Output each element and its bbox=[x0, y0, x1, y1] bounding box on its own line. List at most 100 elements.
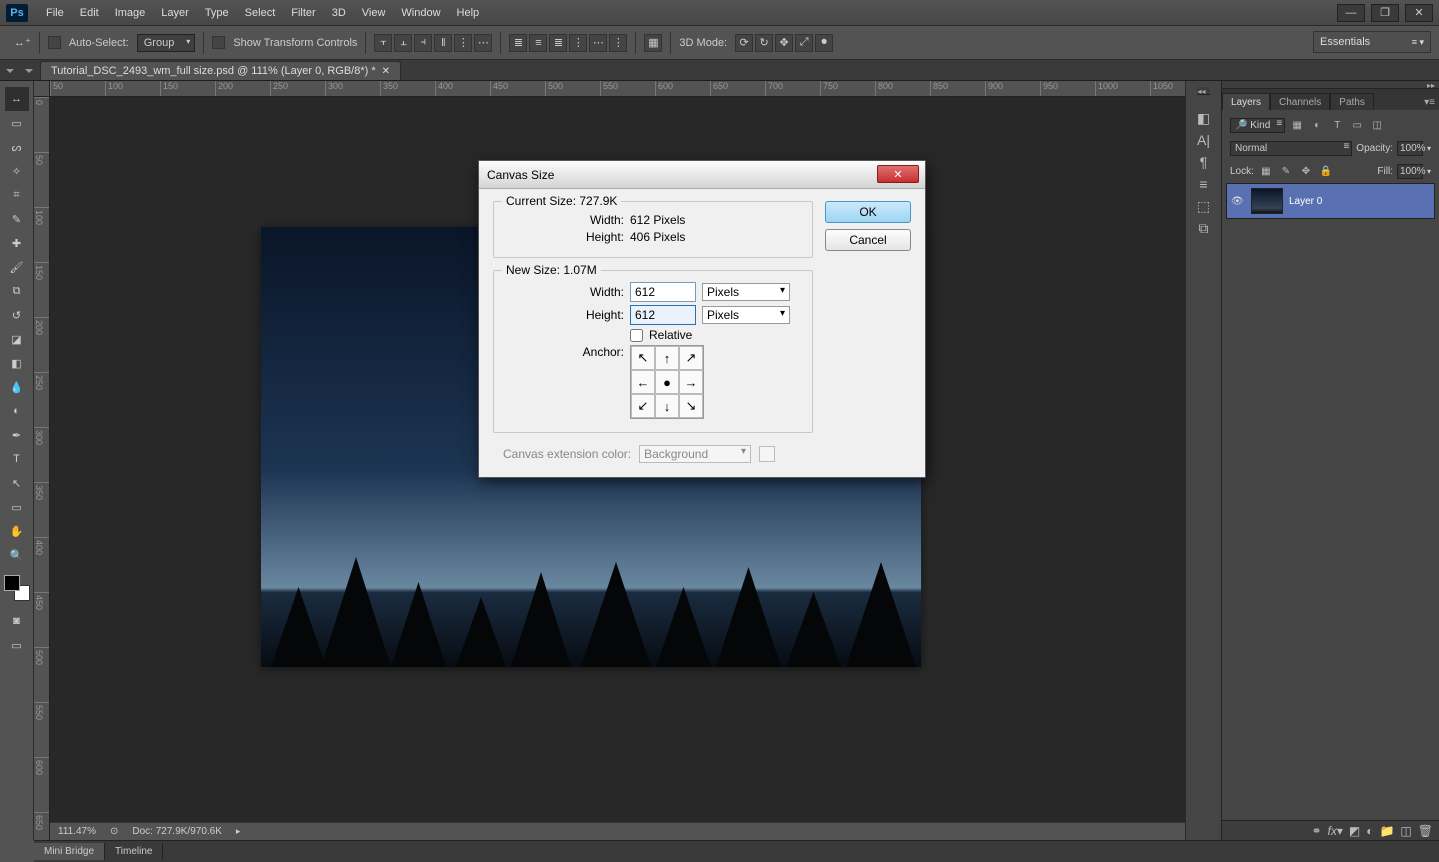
anchor-cell-7[interactable]: ↓ bbox=[655, 394, 679, 418]
lock-all-icon[interactable]: 🔒 bbox=[1318, 165, 1334, 179]
align-icon[interactable]: ⋯ bbox=[474, 34, 492, 52]
ok-button[interactable]: OK bbox=[825, 201, 911, 223]
distribute-icon[interactable]: ⋮ bbox=[569, 34, 587, 52]
tab-channels[interactable]: Channels bbox=[1270, 93, 1330, 111]
hand-tool[interactable]: ✋ bbox=[5, 519, 29, 543]
tab-layers[interactable]: Layers bbox=[1222, 93, 1270, 111]
menu-file[interactable]: File bbox=[38, 3, 72, 23]
filter-kind[interactable]: 🔎 Kind bbox=[1230, 118, 1285, 133]
pen-tool[interactable]: ✒ bbox=[5, 423, 29, 447]
lock-move-icon[interactable]: ✥ bbox=[1298, 165, 1314, 179]
collapsed-panel-icon-1[interactable]: A| bbox=[1193, 129, 1215, 151]
stamp-tool[interactable]: ⧉ bbox=[5, 279, 29, 303]
3d-icon[interactable]: ⟳ bbox=[735, 34, 753, 52]
screen-mode-icon[interactable]: ▭ bbox=[5, 633, 29, 657]
align-icon[interactable]: ‖ bbox=[434, 34, 452, 52]
eyedrop-tool[interactable]: ✎ bbox=[5, 207, 29, 231]
anchor-cell-0[interactable]: ↖ bbox=[631, 346, 655, 370]
lasso-tool[interactable]: ᔕ bbox=[5, 135, 29, 159]
shape-tool[interactable]: ▭ bbox=[5, 495, 29, 519]
distribute-icon[interactable]: ⋯ bbox=[589, 34, 607, 52]
cancel-button[interactable]: Cancel bbox=[825, 229, 911, 251]
layer-name[interactable]: Layer 0 bbox=[1289, 196, 1322, 207]
transform-checkbox[interactable] bbox=[212, 36, 225, 49]
panel-menu-icon[interactable]: ▾≡ bbox=[1420, 95, 1439, 110]
menu-window[interactable]: Window bbox=[393, 3, 448, 23]
layer-row[interactable]: 👁 Layer 0 bbox=[1226, 183, 1435, 219]
doc-info-icon[interactable]: ⊙ bbox=[110, 826, 118, 837]
menu-image[interactable]: Image bbox=[107, 3, 154, 23]
3d-icon[interactable]: ⏺ bbox=[815, 34, 833, 52]
history-tool[interactable]: ↺ bbox=[5, 303, 29, 327]
filter-shape-icon[interactable]: ▭ bbox=[1349, 119, 1365, 133]
dialog-close-button[interactable]: ✕ bbox=[877, 165, 919, 183]
menu-layer[interactable]: Layer bbox=[153, 3, 197, 23]
filter-pixel-icon[interactable]: ▦ bbox=[1289, 119, 1305, 133]
gradient-tool[interactable]: ◧ bbox=[5, 351, 29, 375]
3d-icon[interactable]: ✥ bbox=[775, 34, 793, 52]
marquee-tool[interactable]: ▭ bbox=[5, 111, 29, 135]
3d-icon[interactable]: ⤢ bbox=[795, 34, 813, 52]
collapsed-panel-icon-0[interactable]: ◧ bbox=[1193, 107, 1215, 129]
path-tool[interactable]: ↖ bbox=[5, 471, 29, 495]
menu-edit[interactable]: Edit bbox=[72, 3, 107, 23]
mask-mode-icon[interactable]: ◙ bbox=[5, 609, 29, 633]
move-tool[interactable]: ↔ bbox=[5, 87, 29, 111]
dodge-tool[interactable]: ◐ bbox=[5, 399, 29, 423]
heal-tool[interactable]: ✚ bbox=[5, 231, 29, 255]
distribute-icon[interactable]: ≡ bbox=[529, 34, 547, 52]
visibility-icon[interactable]: 👁 bbox=[1231, 196, 1245, 207]
foreground-swatch[interactable] bbox=[4, 575, 20, 591]
maximize-button[interactable]: ❐ bbox=[1371, 4, 1399, 22]
brush-tool[interactable]: 🖌 bbox=[5, 255, 29, 279]
tab-paths[interactable]: Paths bbox=[1330, 93, 1374, 111]
anchor-cell-8[interactable]: ↘ bbox=[679, 394, 703, 418]
crop-tool[interactable]: ⌗ bbox=[5, 183, 29, 207]
distribute-icon[interactable]: ≣ bbox=[509, 34, 527, 52]
new-height-input[interactable] bbox=[630, 305, 696, 325]
layer-thumbnail[interactable] bbox=[1251, 188, 1283, 214]
distribute-icon[interactable]: ≣ bbox=[549, 34, 567, 52]
dialog-titlebar[interactable]: Canvas Size ✕ bbox=[479, 161, 925, 189]
new-width-input[interactable] bbox=[630, 282, 696, 302]
autoselect-checkbox[interactable] bbox=[48, 36, 61, 49]
color-swatch[interactable] bbox=[4, 575, 30, 601]
anchor-cell-6[interactable]: ↙ bbox=[631, 394, 655, 418]
anchor-cell-4[interactable]: ● bbox=[655, 370, 679, 394]
wand-tool[interactable]: ✧ bbox=[5, 159, 29, 183]
align-icon[interactable]: ⫞ bbox=[414, 34, 432, 52]
anchor-cell-1[interactable]: ↑ bbox=[655, 346, 679, 370]
eraser-tool[interactable]: ◪ bbox=[5, 327, 29, 351]
panel-handle[interactable]: ▸▸ bbox=[1222, 81, 1439, 89]
minimize-button[interactable]: — bbox=[1337, 4, 1365, 22]
zoom-value[interactable]: 111.47% bbox=[58, 826, 96, 837]
menu-type[interactable]: Type bbox=[197, 3, 237, 23]
zoom-tool[interactable]: 🔍 bbox=[5, 543, 29, 567]
menu-filter[interactable]: Filter bbox=[283, 3, 323, 23]
filter-smart-icon[interactable]: ◫ bbox=[1369, 119, 1385, 133]
autoalign-icon[interactable]: ▦ bbox=[644, 34, 662, 52]
collapsed-panel-icon-4[interactable]: ⬚ bbox=[1193, 195, 1215, 217]
align-icon[interactable]: ⋮ bbox=[454, 34, 472, 52]
collapsed-panel-icon-3[interactable]: ≡ bbox=[1193, 173, 1215, 195]
3d-icon[interactable]: ↻ bbox=[755, 34, 773, 52]
type-tool[interactable]: T bbox=[5, 447, 29, 471]
panel-handle[interactable]: ◂◂ bbox=[1197, 87, 1209, 95]
new-layer-icon[interactable]: ◫ bbox=[1400, 824, 1411, 838]
align-icon[interactable]: ⫟ bbox=[374, 34, 392, 52]
adjustment-icon[interactable]: ◐ bbox=[1366, 824, 1373, 838]
relative-checkbox[interactable] bbox=[630, 329, 643, 342]
collapsed-panel-icon-5[interactable]: ⧉ bbox=[1193, 217, 1215, 239]
collapsed-panel-icon-2[interactable]: ¶ bbox=[1193, 151, 1215, 173]
autoselect-dropdown[interactable]: Group bbox=[137, 34, 196, 52]
delete-icon[interactable]: 🗑 bbox=[1418, 824, 1433, 838]
menu-select[interactable]: Select bbox=[237, 3, 284, 23]
link-icon[interactable]: ⚭ bbox=[1311, 824, 1321, 838]
fill-value[interactable]: 100% bbox=[1397, 164, 1423, 179]
workspace-switcher[interactable]: Essentials≡ ▾ bbox=[1313, 31, 1431, 53]
anchor-cell-3[interactable]: ← bbox=[631, 370, 655, 394]
menu-help[interactable]: Help bbox=[449, 3, 488, 23]
group-icon[interactable]: 📁 bbox=[1379, 824, 1394, 838]
new-width-unit[interactable]: Pixels bbox=[702, 283, 790, 301]
align-icon[interactable]: ⫠ bbox=[394, 34, 412, 52]
